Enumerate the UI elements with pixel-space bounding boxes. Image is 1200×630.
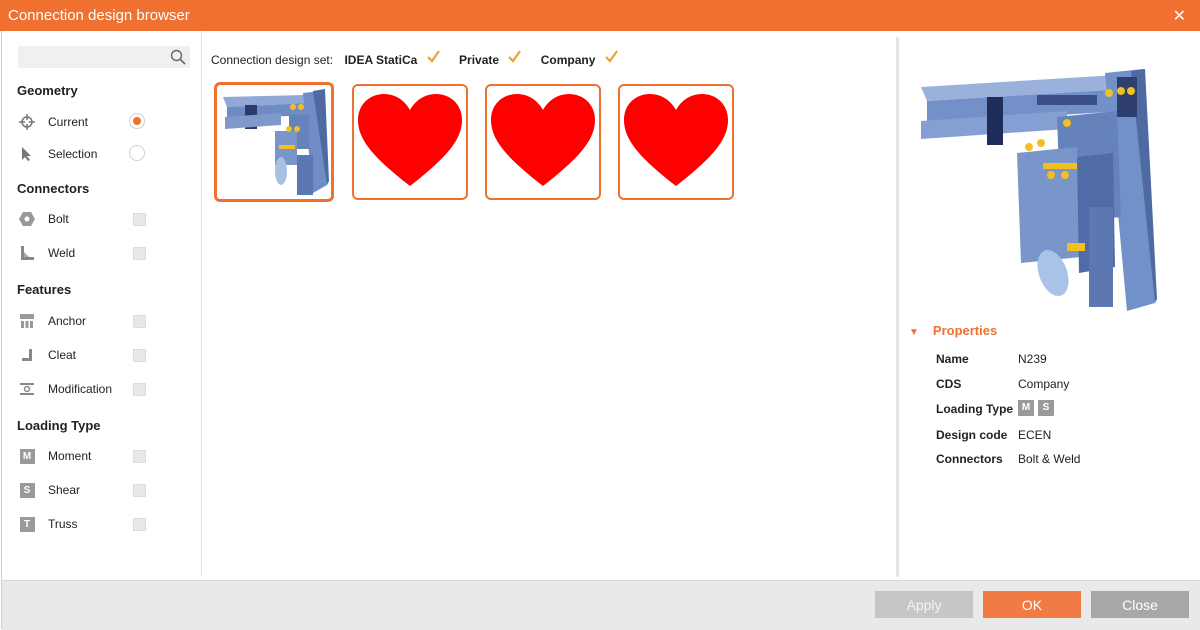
dialog-body: Geometry Current Selection Connectors Bo… xyxy=(1,31,1200,630)
bolt-icon xyxy=(17,209,37,229)
design-tile-3[interactable] xyxy=(485,84,601,200)
property-key: Name xyxy=(936,352,969,366)
connection-preview xyxy=(921,69,1157,311)
geometry-group-title: Geometry xyxy=(17,83,78,98)
truss-icon: T xyxy=(19,516,35,532)
ok-button[interactable]: OK xyxy=(983,591,1081,618)
design-set-private-checkbox[interactable] xyxy=(508,50,522,63)
apply-button[interactable]: Apply xyxy=(875,591,973,618)
properties-title: Properties xyxy=(932,323,998,338)
property-row-name: Name N239 xyxy=(936,352,1196,370)
filter-cleat-label: Cleat xyxy=(48,348,77,362)
filter-weld-checkbox[interactable] xyxy=(133,247,146,260)
filter-cleat[interactable]: Cleat xyxy=(17,345,152,365)
design-set-idea-checkbox[interactable] xyxy=(426,50,440,63)
close-icon[interactable]: ✕ xyxy=(1173,6,1186,26)
design-set-label: Connection design set: xyxy=(211,52,334,67)
property-key: Connectors xyxy=(936,452,1003,466)
filter-current[interactable]: Current xyxy=(17,112,152,132)
filter-anchor-label: Anchor xyxy=(48,314,87,328)
connectors-group-title: Connectors xyxy=(17,181,90,196)
heart-icon xyxy=(491,94,595,186)
property-row-cds: CDS Company xyxy=(936,377,1196,395)
filter-weld-label: Weld xyxy=(48,246,76,260)
cleat-icon xyxy=(17,345,37,365)
design-set-bar: Connection design set: IDEA StatiCa Priv… xyxy=(211,50,634,67)
loading-group-title: Loading Type xyxy=(17,418,101,433)
heart-icon xyxy=(358,94,462,186)
filter-moment-label: Moment xyxy=(48,449,92,463)
filter-bolt-label: Bolt xyxy=(48,212,69,226)
filter-truss-checkbox[interactable] xyxy=(133,518,146,531)
property-row-design-code: Design code ECEN xyxy=(936,428,1196,446)
search-input[interactable] xyxy=(18,46,170,68)
filter-shear[interactable]: S Shear xyxy=(17,480,152,500)
property-key: CDS xyxy=(936,377,962,391)
design-set-company-label: Company xyxy=(540,52,596,67)
filter-current-label: Current xyxy=(48,115,89,129)
search-icon[interactable] xyxy=(170,49,186,65)
modification-icon xyxy=(17,379,37,399)
property-value: Company xyxy=(1018,377,1070,391)
filter-panel: Geometry Current Selection Connectors Bo… xyxy=(2,31,202,576)
details-panel: ▼ Properties Name N239 CDS Company Loadin… xyxy=(899,31,1200,576)
property-value: ECEN xyxy=(1018,428,1052,442)
filter-moment-checkbox[interactable] xyxy=(133,450,146,463)
weld-icon xyxy=(17,243,37,263)
filter-anchor[interactable]: Anchor xyxy=(17,311,152,331)
design-set-company-checkbox[interactable] xyxy=(605,50,618,63)
filter-weld[interactable]: Weld xyxy=(17,243,152,263)
filter-cleat-checkbox[interactable] xyxy=(133,349,146,362)
filter-modification-checkbox[interactable] xyxy=(133,383,146,396)
collapse-triangle-icon[interactable]: ▼ xyxy=(909,327,919,338)
design-tile-4[interactable] xyxy=(618,84,734,200)
property-value: N239 xyxy=(1018,352,1047,366)
filter-selection[interactable]: Selection xyxy=(17,144,152,164)
search-box xyxy=(18,46,190,68)
design-gallery: Connection design set: IDEA StatiCa Priv… xyxy=(202,31,896,576)
filter-current-radio[interactable] xyxy=(129,113,145,129)
filter-bolt-checkbox[interactable] xyxy=(133,213,146,226)
design-set-private-label: Private xyxy=(459,52,500,67)
shear-icon: S xyxy=(19,482,35,498)
filter-truss-label: Truss xyxy=(48,517,78,531)
connection-model-thumbnail xyxy=(223,89,329,195)
dialog-footer: Apply OK Close xyxy=(2,580,1200,630)
features-group-title: Features xyxy=(17,282,72,297)
title-bar: Connection design browser ✕ xyxy=(0,0,1200,31)
filter-modification[interactable]: Modification xyxy=(17,379,152,399)
property-row-connectors: Connectors Bolt & Weld xyxy=(936,452,1196,470)
moment-tag: M xyxy=(1018,400,1034,416)
filter-moment[interactable]: M Moment xyxy=(17,446,152,466)
properties-header[interactable]: ▼ Properties xyxy=(909,323,997,338)
property-row-loading: Loading Type MS xyxy=(936,400,1196,419)
design-set-idea-label: IDEA StatiCa xyxy=(344,52,418,67)
design-tile-2[interactable] xyxy=(352,84,468,200)
window-title: Connection design browser xyxy=(8,7,190,24)
filter-selection-label: Selection xyxy=(48,147,98,161)
filter-selection-radio[interactable] xyxy=(129,145,145,161)
property-key: Design code xyxy=(936,428,1008,442)
filter-truss[interactable]: T Truss xyxy=(17,514,152,534)
filter-bolt[interactable]: Bolt xyxy=(17,209,152,229)
heart-icon xyxy=(624,94,728,186)
shear-tag: S xyxy=(1038,400,1054,416)
filter-modification-label: Modification xyxy=(48,382,113,396)
crosshair-icon xyxy=(17,112,37,132)
moment-icon: M xyxy=(19,448,35,464)
filter-shear-label: Shear xyxy=(48,483,81,497)
filter-anchor-checkbox[interactable] xyxy=(133,315,146,328)
anchor-icon xyxy=(17,311,37,331)
design-tile-1[interactable] xyxy=(214,82,334,202)
property-value: Bolt & Weld xyxy=(1018,452,1081,466)
property-key: Loading Type xyxy=(936,402,1014,416)
filter-shear-checkbox[interactable] xyxy=(133,484,146,497)
cursor-icon xyxy=(17,144,37,164)
close-button[interactable]: Close xyxy=(1091,591,1189,618)
